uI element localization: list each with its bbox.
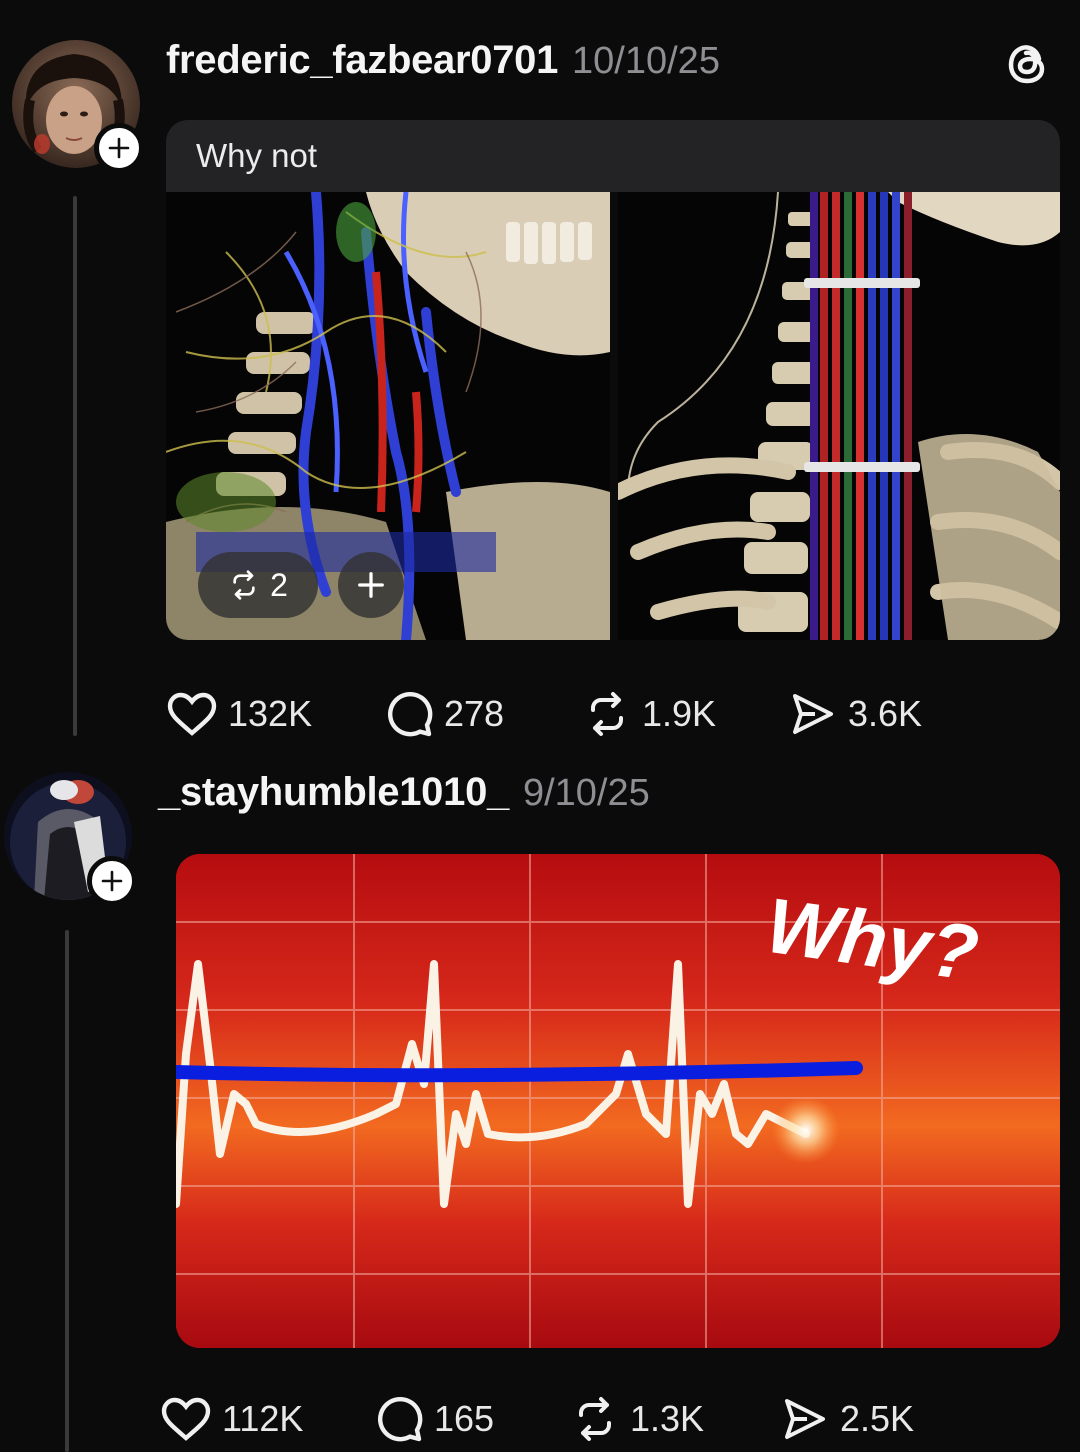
comment-count: 278	[444, 693, 505, 734]
follow-button[interactable]	[94, 123, 144, 173]
follow-button[interactable]	[87, 856, 137, 906]
share-button[interactable]: 3.6K	[788, 690, 922, 738]
repost-icon	[591, 692, 623, 736]
comment-icon	[388, 691, 433, 737]
repost-count: 1.9K	[642, 693, 717, 734]
repost-icon	[233, 570, 255, 600]
plus-icon	[108, 137, 130, 159]
plus-icon	[358, 572, 384, 598]
username[interactable]: _stayhumble1010_	[158, 770, 509, 815]
repost-button[interactable]: 1.9K	[582, 690, 788, 738]
post-header: frederic_fazbear0701 10/10/25	[166, 38, 720, 83]
send-icon	[793, 694, 833, 734]
share-count: 3.6K	[848, 693, 923, 734]
comment-button[interactable]: 165	[374, 1395, 570, 1443]
post-actions: 132K 278 1.9K 3.6K	[166, 690, 922, 738]
thread-line	[65, 930, 69, 1452]
repost-count: 1.3K	[630, 1398, 705, 1439]
add-button[interactable]	[338, 552, 404, 618]
repost-button[interactable]: 1.3K	[570, 1395, 780, 1443]
like-count: 112K	[222, 1398, 304, 1439]
like-button[interactable]: 112K	[160, 1396, 374, 1442]
share-count: 2.5K	[840, 1398, 915, 1439]
post-date: 10/10/25	[572, 40, 720, 82]
comment-count: 165	[434, 1398, 495, 1439]
post-image[interactable]: Why?	[176, 854, 1060, 1348]
send-icon	[785, 1399, 825, 1439]
comment-button[interactable]: 278	[384, 690, 582, 738]
plus-icon	[101, 870, 123, 892]
post-date: 9/10/25	[522, 772, 650, 814]
like-button[interactable]: 132K	[166, 691, 384, 737]
post-image-2[interactable]	[618, 192, 1060, 640]
caption-text: Why not	[196, 137, 318, 174]
like-count: 132K	[228, 693, 313, 734]
comment-icon	[378, 1396, 423, 1442]
username[interactable]: frederic_fazbear0701	[166, 38, 558, 83]
repost-count: 2	[270, 566, 288, 603]
heart-icon	[161, 1397, 211, 1441]
threads-icon[interactable]	[1004, 40, 1052, 88]
share-button[interactable]: 2.5K	[780, 1395, 914, 1443]
post-header: _stayhumble1010_ 9/10/25	[158, 770, 650, 815]
post-caption: Why not	[166, 120, 1060, 192]
repost-count-pill[interactable]: 2	[198, 552, 318, 618]
thread-line	[73, 196, 77, 736]
heart-icon	[167, 692, 217, 736]
repost-icon	[579, 1397, 611, 1441]
threads-feed: frederic_fazbear0701 10/10/25 Why not 2 …	[0, 0, 1080, 1452]
post-actions: 112K 165 1.3K 2.5K	[160, 1395, 914, 1443]
